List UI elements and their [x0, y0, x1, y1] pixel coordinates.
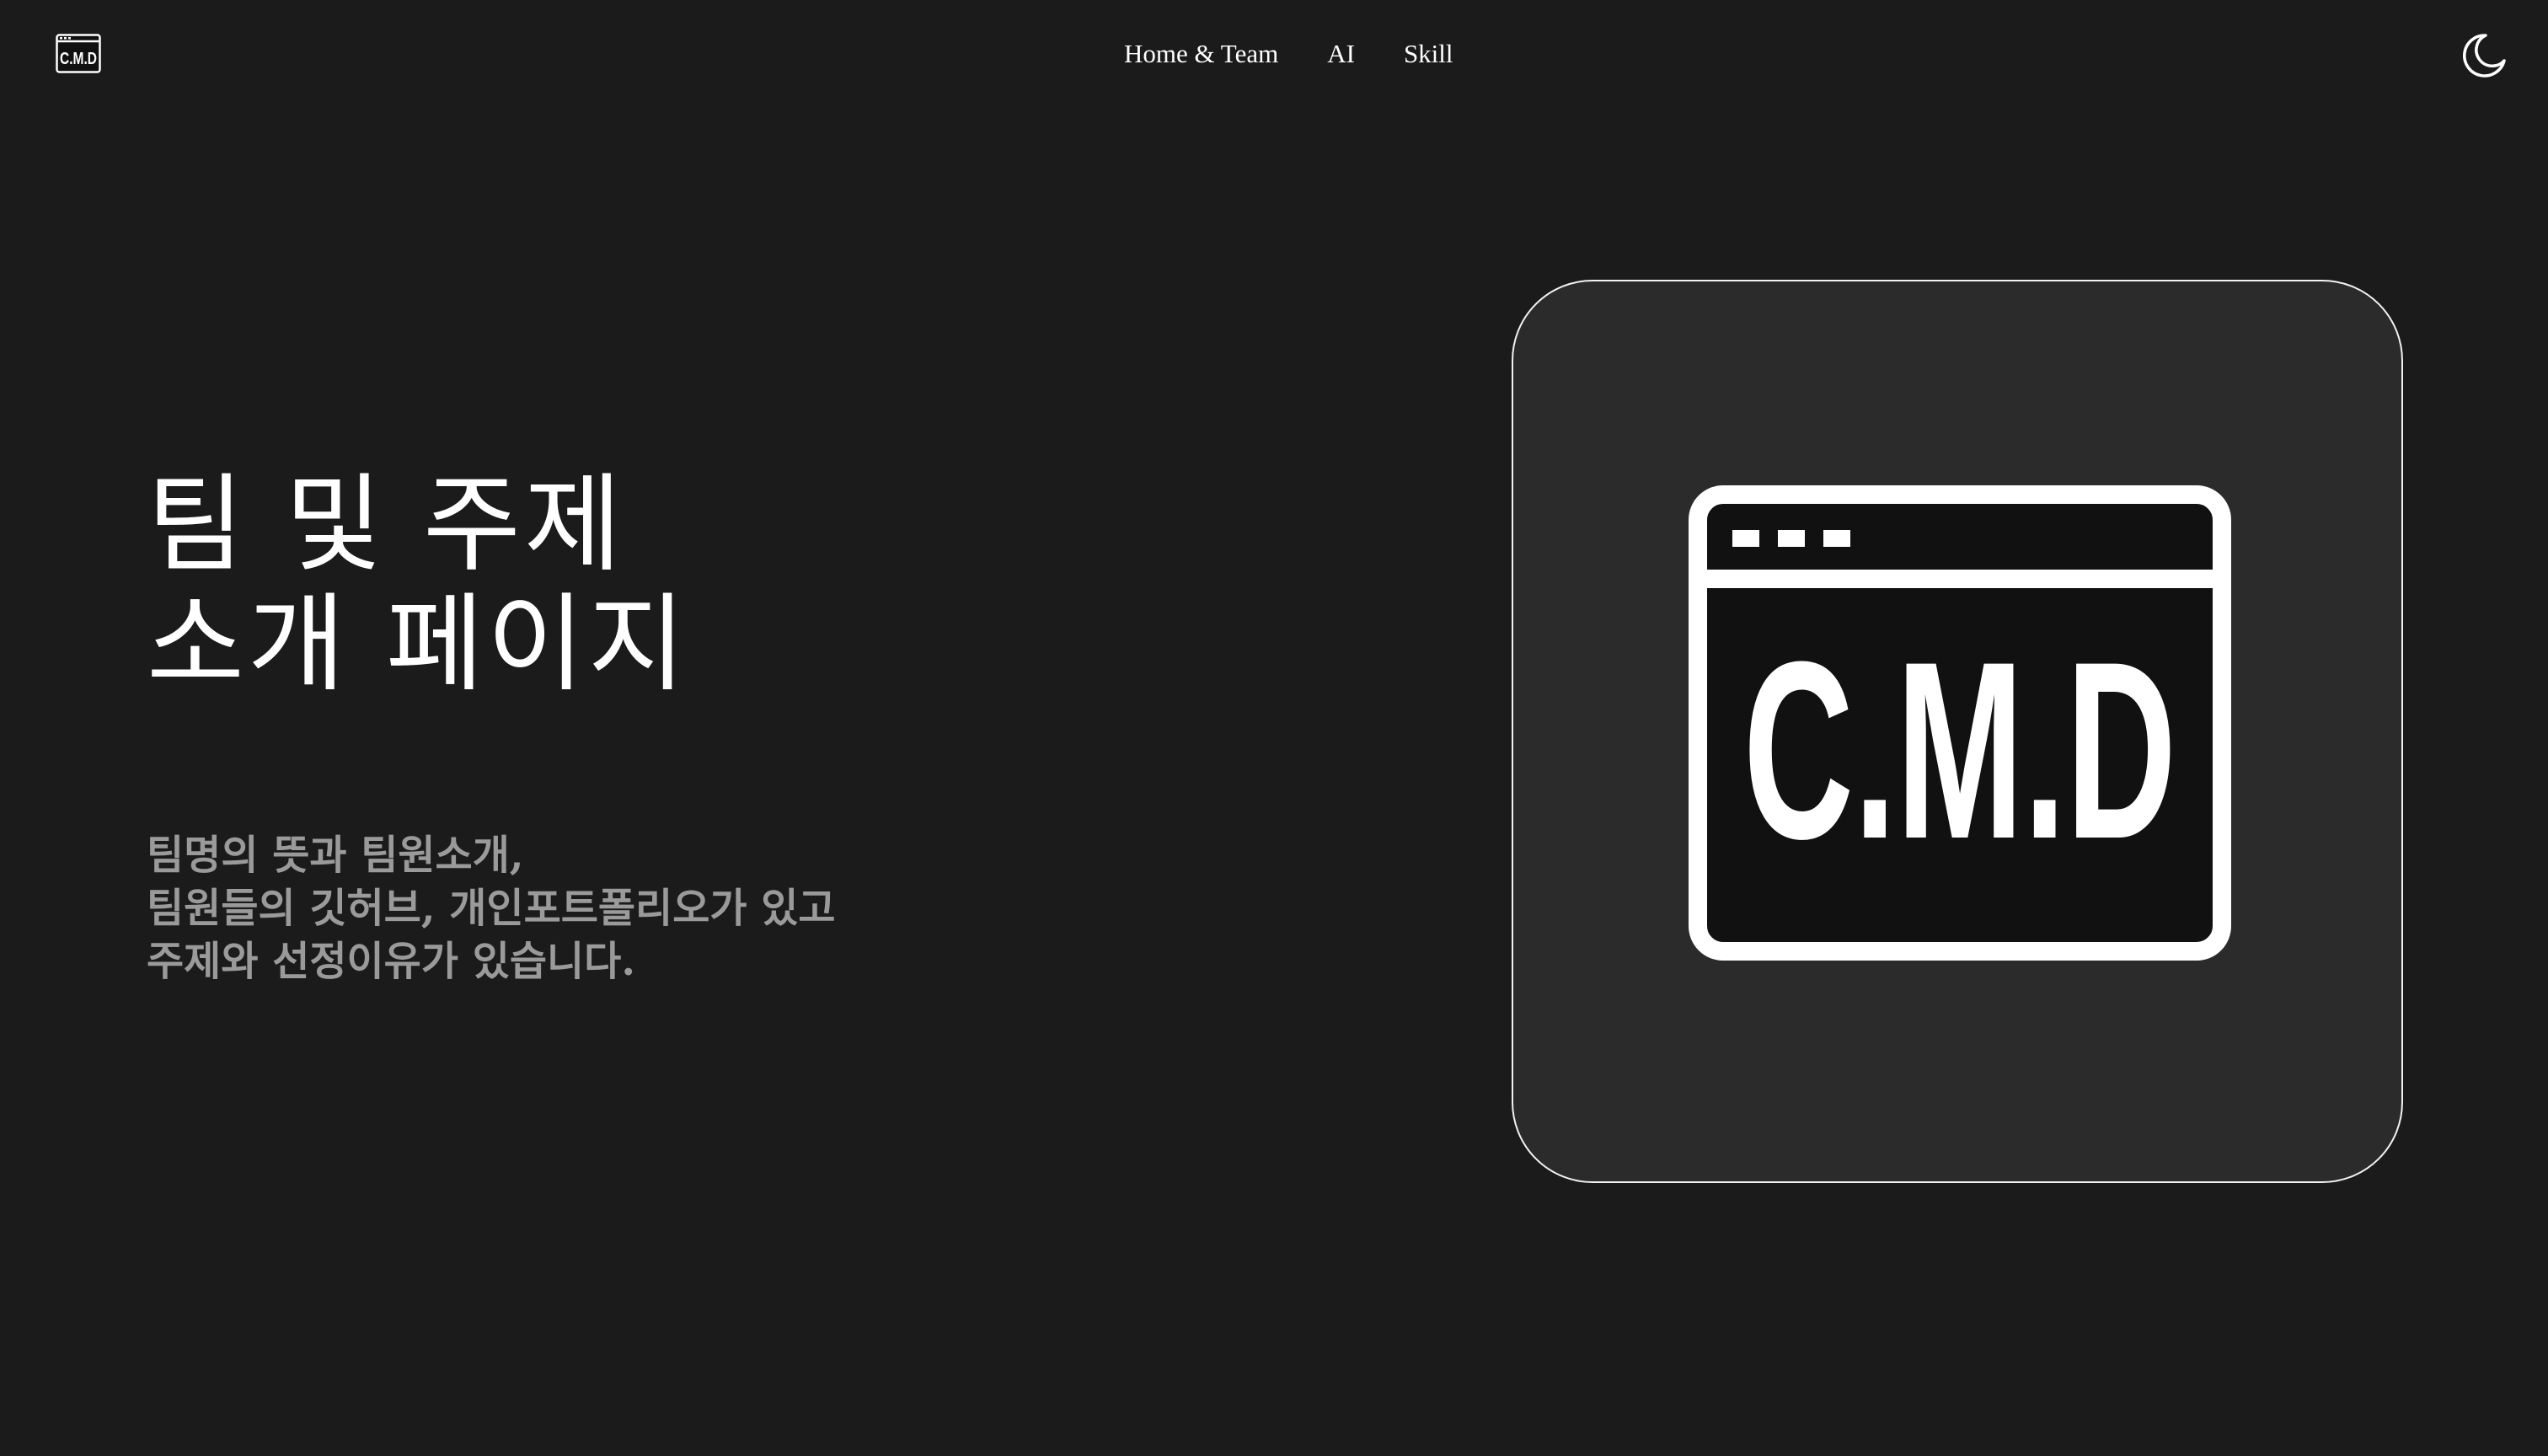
brand-logo[interactable]: C.M.D — [56, 34, 101, 73]
hero-description-line: 팀원들의 깃허브, 개인포트폴리오가 있고 — [147, 885, 836, 932]
theme-toggle-button[interactable] — [2460, 32, 2508, 79]
hero-title-line: 소개 페이지 — [147, 582, 689, 706]
main-nav: Home & Team AI Skill — [1124, 37, 1453, 71]
hero-title: 팀 및 주제 소개 페이지 — [147, 465, 689, 704]
nav-home-team-link[interactable]: Home & Team — [1124, 37, 1278, 71]
hero-description: 팀명의 뜻과 팀원소개, 팀원들의 깃허브, 개인포트폴리오가 있고 주제와 선… — [147, 829, 836, 988]
hero-title-line: 팀 및 주제 — [147, 463, 625, 586]
cmd-logo-icon: C.M.D — [1689, 485, 2231, 961]
hero-description-line: 팀명의 뜻과 팀원소개, — [147, 832, 524, 879]
nav-skill-link[interactable]: Skill — [1404, 37, 1453, 71]
brand-logo-text: C.M.D — [60, 50, 97, 68]
logo-card: C.M.D — [1512, 280, 2403, 1183]
nav-ai-link[interactable]: AI — [1327, 37, 1355, 71]
card-logo-text: C.M.D — [1743, 608, 2176, 891]
moon-icon — [2463, 34, 2506, 78]
hero-description-line: 주제와 선정이유가 있습니다. — [147, 938, 636, 985]
site-header: C.M.D Home & Team AI Skill — [0, 0, 2548, 111]
